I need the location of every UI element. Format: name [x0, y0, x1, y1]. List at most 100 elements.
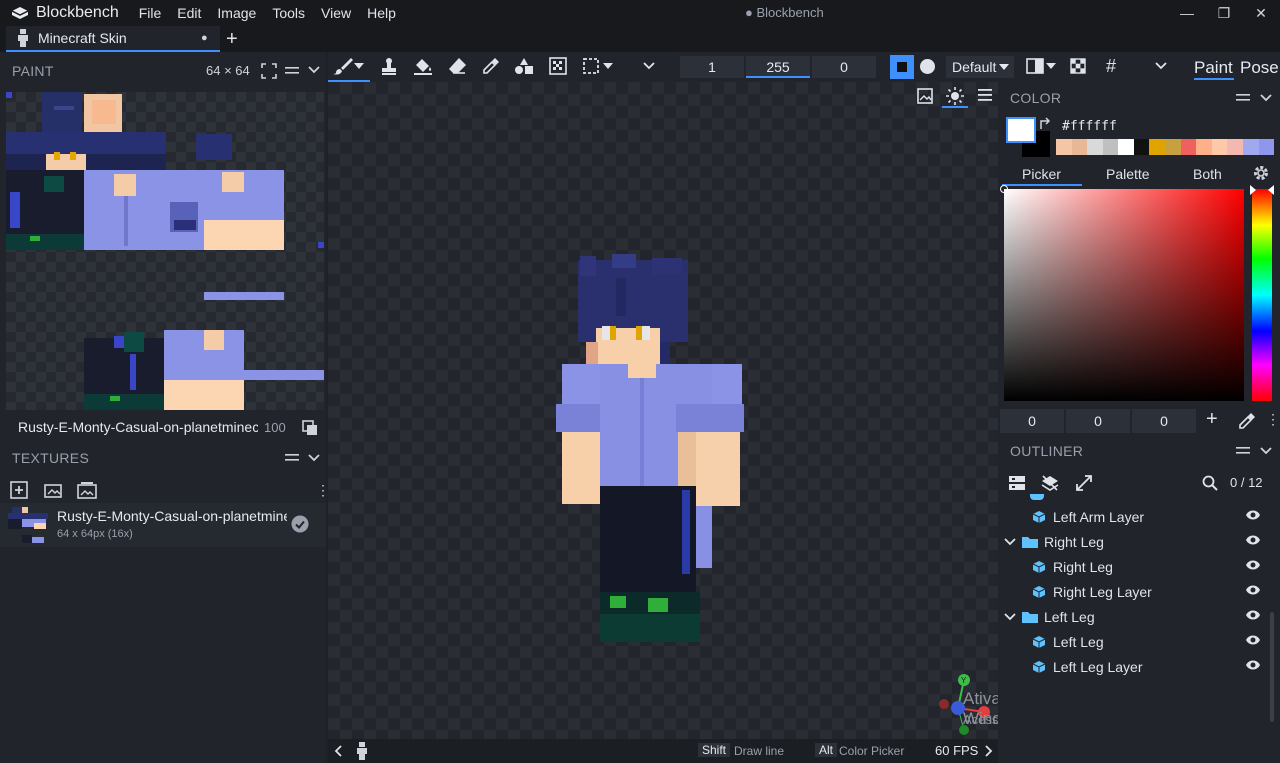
outliner-group-left-leg[interactable]: Left Leg	[1000, 604, 1275, 629]
outliner-menu-icon[interactable]	[1236, 445, 1250, 457]
menu-icon[interactable]	[285, 65, 299, 77]
brush-softness-input[interactable]: 0	[812, 56, 876, 78]
color-menu-icon[interactable]	[1236, 92, 1250, 104]
menu-file[interactable]: File	[131, 5, 170, 21]
chevron-down-icon[interactable]	[1004, 537, 1016, 546]
brush-options-dropdown[interactable]	[352, 52, 366, 80]
shape-tool[interactable]	[511, 52, 537, 80]
import-texture-icon[interactable]	[44, 482, 62, 498]
visibility-eye-icon[interactable]	[1245, 634, 1261, 646]
palette-swatch[interactable]	[1242, 139, 1259, 155]
chevron-down-icon[interactable]	[1004, 612, 1016, 621]
palette-swatch[interactable]	[1149, 139, 1166, 155]
brush-opacity-input[interactable]: 255	[746, 56, 810, 78]
palette-swatch[interactable]	[1087, 139, 1103, 155]
menu-edit[interactable]: Edit	[169, 5, 209, 21]
outliner-group-right-leg[interactable]: Right Leg	[1000, 529, 1275, 554]
outliner-item-left-leg-layer[interactable]: Left Leg Layer	[1000, 654, 1275, 679]
add-cube-icon[interactable]	[1008, 474, 1026, 492]
palette-swatch[interactable]	[1118, 139, 1134, 155]
tab-minecraft-skin[interactable]: Minecraft Skin ●	[6, 26, 220, 52]
swap-colors-icon[interactable]	[1038, 117, 1052, 131]
outliner-item-right-leg[interactable]: Right Leg	[1000, 554, 1275, 579]
rgb-red-input[interactable]: 0	[1000, 409, 1064, 433]
color-tab-both[interactable]: Both	[1193, 166, 1222, 182]
mode-tab-pose[interactable]: Pose	[1240, 58, 1279, 78]
player-icon[interactable]	[356, 742, 368, 760]
texture-selected-check-icon[interactable]	[291, 515, 309, 533]
saturation-value-picker[interactable]	[1000, 185, 1244, 401]
palette-swatch[interactable]	[1180, 139, 1197, 155]
chevron-right-icon[interactable]	[985, 745, 993, 757]
texture-list-item[interactable]: Rusty-E-Monty-Casual-on-planetminecı 64 …	[0, 503, 326, 547]
palette-swatch[interactable]	[1056, 139, 1072, 155]
hue-slider-handle-left[interactable]	[1250, 185, 1256, 195]
new-tab-button[interactable]: +	[226, 28, 238, 51]
menu-image[interactable]: Image	[209, 5, 264, 21]
copy-icon[interactable]	[301, 419, 319, 437]
minimize-button[interactable]: —	[1170, 2, 1204, 24]
stamp-tool[interactable]	[376, 52, 402, 80]
add-texture-icon[interactable]	[10, 481, 28, 499]
textures-menu-icon[interactable]	[285, 452, 299, 464]
gradient-tool[interactable]	[545, 52, 571, 80]
color-tab-picker[interactable]: Picker	[1022, 166, 1061, 182]
color-tab-palette[interactable]: Palette	[1106, 166, 1150, 182]
palette-swatch[interactable]	[1196, 139, 1212, 155]
palette-swatch[interactable]	[1165, 139, 1181, 155]
textures-chevron-down-icon[interactable]	[308, 454, 320, 462]
mode-tab-paint[interactable]: Paint	[1194, 58, 1233, 78]
palette-swatch[interactable]	[1071, 139, 1088, 155]
chevron-left-icon[interactable]	[334, 745, 342, 757]
visibility-eye-icon[interactable]	[1245, 534, 1261, 546]
palette-swatch[interactable]	[1133, 139, 1150, 155]
menu-tools[interactable]: Tools	[264, 5, 313, 21]
mirror-options-dropdown[interactable]	[1044, 52, 1058, 80]
uv-editor-canvas[interactable]	[6, 92, 324, 410]
brush-size-input[interactable]: 1	[680, 56, 744, 78]
lighting-icon[interactable]	[945, 86, 965, 106]
search-icon[interactable]	[1202, 475, 1218, 491]
chevron-down-icon[interactable]	[308, 66, 320, 74]
color-settings-gear-icon[interactable]	[1252, 164, 1270, 182]
3d-viewport[interactable]: Y Ativar o Windows Acesse Configurações …	[328, 82, 998, 739]
picker-cursor[interactable]	[1000, 185, 1008, 193]
outliner-item-left-arm-layer[interactable]: Left Arm Layer	[1000, 504, 1275, 529]
brush-shape-circle-button[interactable]	[920, 59, 935, 74]
visibility-eye-icon[interactable]	[1245, 559, 1261, 571]
maximize-button[interactable]: ❐	[1207, 2, 1241, 24]
expand-icon[interactable]	[1075, 474, 1093, 492]
character-model[interactable]	[556, 254, 744, 739]
hue-slider[interactable]	[1250, 185, 1274, 401]
visibility-eye-icon[interactable]	[1245, 659, 1261, 671]
fullscreen-icon[interactable]	[261, 63, 277, 79]
outliner-chevron-down-icon[interactable]	[1260, 447, 1272, 455]
menu-help[interactable]: Help	[359, 5, 404, 21]
toolbar-overflow-button[interactable]	[636, 52, 662, 80]
hue-slider-handle-right[interactable]	[1268, 185, 1274, 195]
visibility-eye-icon[interactable]	[1245, 584, 1261, 596]
outliner-item-left-leg[interactable]: Left Leg	[1000, 629, 1275, 654]
viewport-menu-icon[interactable]	[978, 88, 992, 102]
palette-swatch[interactable]	[1211, 139, 1228, 155]
fill-tool[interactable]	[410, 52, 436, 80]
grid-snap-button[interactable]: #	[1098, 52, 1124, 80]
palette-swatch[interactable]	[1227, 139, 1243, 155]
palette-swatch[interactable]	[1258, 139, 1275, 155]
menu-view[interactable]: View	[313, 5, 359, 21]
color-chevron-down-icon[interactable]	[1260, 94, 1272, 102]
rgb-blue-input[interactable]: 0	[1132, 409, 1196, 433]
visibility-eye-icon[interactable]	[1245, 609, 1261, 621]
eraser-tool[interactable]	[444, 52, 470, 80]
outliner-item-right-leg-layer[interactable]: Right Leg Layer	[1000, 579, 1275, 604]
toolbar-more-button[interactable]	[1148, 52, 1174, 80]
primary-color-swatch[interactable]	[1006, 117, 1036, 143]
rgb-green-input[interactable]: 0	[1066, 409, 1130, 433]
texture-gallery-icon[interactable]	[77, 481, 97, 499]
eyedropper-icon[interactable]	[1238, 412, 1256, 430]
selection-options-dropdown[interactable]	[601, 52, 615, 80]
layers-icon[interactable]	[1040, 474, 1060, 492]
color-picker-tool[interactable]	[478, 52, 504, 80]
blend-mode-select[interactable]: Default	[946, 56, 1014, 78]
visibility-eye-icon[interactable]	[1245, 509, 1261, 521]
